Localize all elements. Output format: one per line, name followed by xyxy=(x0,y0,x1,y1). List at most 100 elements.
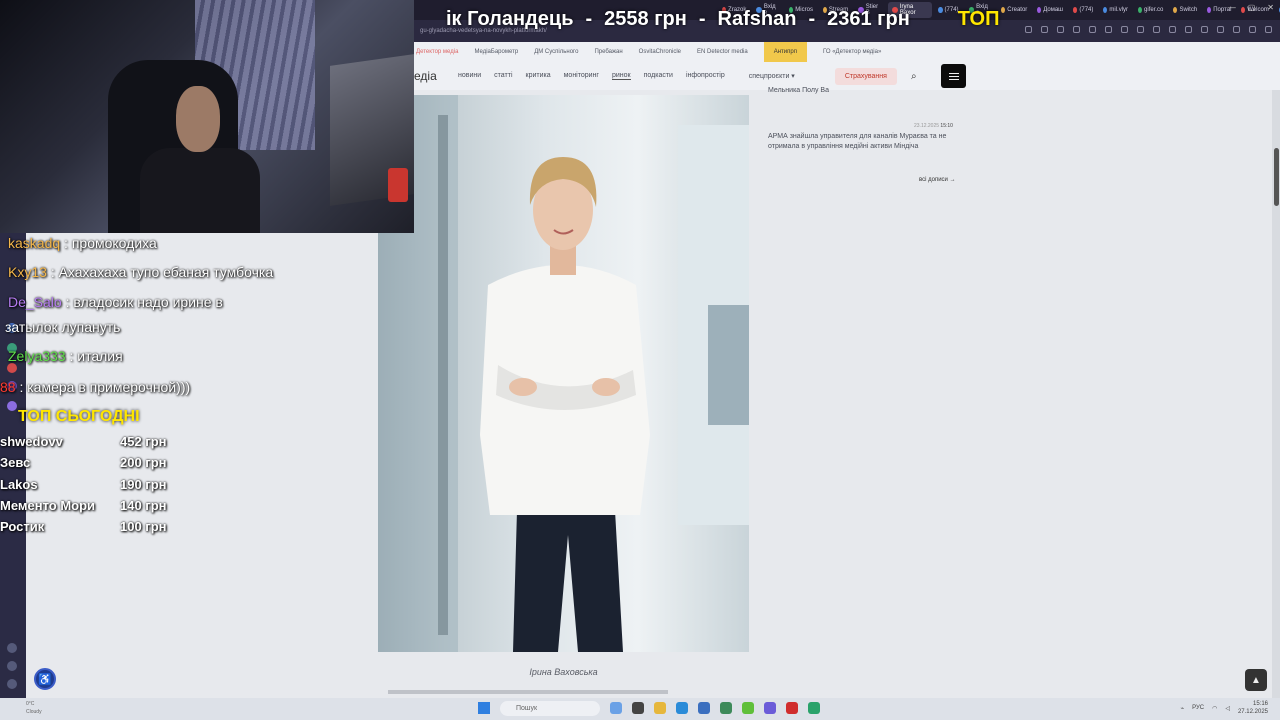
tab-label: mil.vlyr xyxy=(1109,7,1129,13)
nav-item-infospace[interactable]: інфопростір xyxy=(686,72,725,80)
streamer-body xyxy=(140,148,260,233)
favicon-icon xyxy=(1138,7,1143,13)
band-item[interactable]: Детектор медіа xyxy=(416,49,458,55)
app-icon[interactable] xyxy=(808,702,820,714)
taskbar-search-input[interactable]: Пошук xyxy=(500,701,600,716)
post-title[interactable]: Мельника Полу Ва xyxy=(768,87,829,94)
app-icon[interactable] xyxy=(7,401,17,411)
browser-tab[interactable]: Switch xyxy=(1169,2,1201,18)
minimize-icon[interactable]: — xyxy=(1228,3,1236,12)
all-posts-link[interactable]: всі дописи → xyxy=(919,177,956,183)
volume-icon[interactable]: ◁ xyxy=(1225,705,1230,712)
top-row: Ростик 100 грн xyxy=(0,519,190,540)
band-item-highlight[interactable]: Антипрп xyxy=(763,42,807,62)
sidebar-post[interactable]: Мельника Полу Ва xyxy=(768,86,968,96)
opera-icon[interactable] xyxy=(786,702,798,714)
browser-tab[interactable]: Войти xyxy=(1275,2,1280,18)
app-icon[interactable] xyxy=(742,702,754,714)
band-item[interactable]: ГО «Детектор медіа» xyxy=(823,49,881,55)
extension-icon[interactable] xyxy=(1041,26,1048,33)
favicon-icon xyxy=(1037,7,1042,13)
favicon-icon xyxy=(1072,7,1078,13)
edge-icon[interactable] xyxy=(676,702,688,714)
app-icon[interactable] xyxy=(610,702,622,714)
scroll-to-top-button[interactable]: ▲ xyxy=(1245,669,1267,691)
lang-indicator[interactable]: РУС xyxy=(1192,705,1204,711)
extension-icon[interactable] xyxy=(1105,26,1112,33)
scrollbar-thumb[interactable] xyxy=(1274,148,1279,206)
nav-item-podcasts[interactable]: подкасти xyxy=(644,72,673,80)
terminal-icon[interactable] xyxy=(632,702,644,714)
network-icon[interactable]: ⌁ xyxy=(1180,705,1184,712)
post-title[interactable]: АРМА знайшла управителя для каналів Мура… xyxy=(768,133,946,150)
band-item[interactable]: ДМ Суспільного xyxy=(534,49,578,55)
app-icon[interactable] xyxy=(698,702,710,714)
chat-text: затылок лупануть xyxy=(5,319,121,335)
weather-widget[interactable]: 0°C Cloudy xyxy=(26,700,42,716)
maximize-icon[interactable]: ▢ xyxy=(1248,3,1256,12)
donor-name: Ростик xyxy=(0,519,45,535)
clock-icon[interactable] xyxy=(7,661,17,671)
tab-label: Домаш xyxy=(1043,7,1063,13)
insurance-button[interactable]: Страхування xyxy=(834,67,897,85)
extension-icon[interactable] xyxy=(1153,26,1160,33)
nav-item-articles[interactable]: статті xyxy=(494,72,512,80)
top-row: Мементо Мори 140 грн xyxy=(0,498,190,519)
app-icon[interactable] xyxy=(7,363,17,373)
band-item[interactable]: OsvitaChronicle xyxy=(639,49,681,55)
extension-icon[interactable] xyxy=(1185,26,1192,33)
donor-name: shwedovv xyxy=(0,434,63,449)
wifi-icon[interactable]: ◠ xyxy=(1212,705,1217,712)
nav-item-special-projects[interactable]: спецпроєкти ▾ xyxy=(749,72,795,80)
folder-icon[interactable] xyxy=(654,702,666,714)
sidebar-post[interactable]: 23.12.2025 15:10 АРМА знайшла управителя… xyxy=(768,123,968,152)
extension-icon[interactable] xyxy=(1057,26,1064,33)
chat-text: : владосик надо ирине в xyxy=(65,294,223,310)
chat-message: Kxy13 : Ахахахаха тупо ебаная тумбочка xyxy=(8,264,273,280)
browser-tab[interactable]: (774) xyxy=(1069,2,1097,18)
accessibility-icon[interactable]: ♿ xyxy=(34,668,56,690)
extension-icon[interactable] xyxy=(1265,26,1272,33)
browser-tab[interactable]: Домаш xyxy=(1033,2,1067,18)
taskbar: 0°C Cloudy Пошук ⌁ РУС ◠ ◁ 15:16 27.12.2… xyxy=(0,698,1280,720)
band-item[interactable]: МедіаБарометр xyxy=(474,49,518,55)
close-icon[interactable]: ✕ xyxy=(1267,3,1274,12)
nav-item-market[interactable]: ринок xyxy=(611,72,631,80)
extension-icon[interactable] xyxy=(1025,26,1032,33)
extension-icon[interactable] xyxy=(1073,26,1080,33)
nav-item-criticism[interactable]: критика xyxy=(526,72,551,80)
taskbar-apps xyxy=(610,702,820,714)
browser-tab[interactable]: Creator xyxy=(997,2,1031,18)
app-icon[interactable] xyxy=(720,702,732,714)
extension-icon[interactable] xyxy=(1121,26,1128,33)
extension-icon[interactable] xyxy=(1089,26,1096,33)
chat-message: Zelya333 : италия xyxy=(8,348,123,364)
band-item[interactable]: EN Detector media xyxy=(697,49,748,55)
browser-tab[interactable]: gifer.co xyxy=(1134,2,1167,18)
hamburger-menu-button[interactable] xyxy=(941,64,966,88)
chat-text: : промокодиха xyxy=(64,235,157,251)
clock[interactable]: 15:16 27.12.2025 xyxy=(1238,700,1268,716)
site-logo[interactable]: едіа xyxy=(414,69,458,83)
site-projects-band: Детектор медіа МедіаБарометр ДМ Суспільн… xyxy=(414,42,1280,62)
discord-icon[interactable] xyxy=(764,702,776,714)
photo-caption: Ірина Ваховська xyxy=(529,667,598,677)
favicon-icon xyxy=(1001,7,1006,13)
band-item[interactable]: Пребажан xyxy=(594,49,622,55)
extension-icon[interactable] xyxy=(1169,26,1176,33)
extension-icon[interactable] xyxy=(1201,26,1208,33)
windows-start-icon[interactable] xyxy=(478,702,490,714)
extension-icon[interactable] xyxy=(1233,26,1240,33)
extension-icon[interactable] xyxy=(1249,26,1256,33)
settings-icon[interactable] xyxy=(7,679,17,689)
search-icon[interactable]: ⌕ xyxy=(911,71,917,82)
nav-item-news[interactable]: новини xyxy=(458,72,481,80)
tab-label: Creator xyxy=(1007,7,1028,13)
extension-icon[interactable] xyxy=(1217,26,1224,33)
nav-item-monitoring[interactable]: моніторинг xyxy=(564,72,599,80)
top-row: Lakos 190 грн xyxy=(0,477,190,498)
nav-links: новини статті критика моніторинг ринок п… xyxy=(458,72,725,80)
heart-icon[interactable] xyxy=(7,643,17,653)
browser-tab[interactable]: mil.vlyr xyxy=(1099,2,1132,18)
extension-icon[interactable] xyxy=(1137,26,1144,33)
